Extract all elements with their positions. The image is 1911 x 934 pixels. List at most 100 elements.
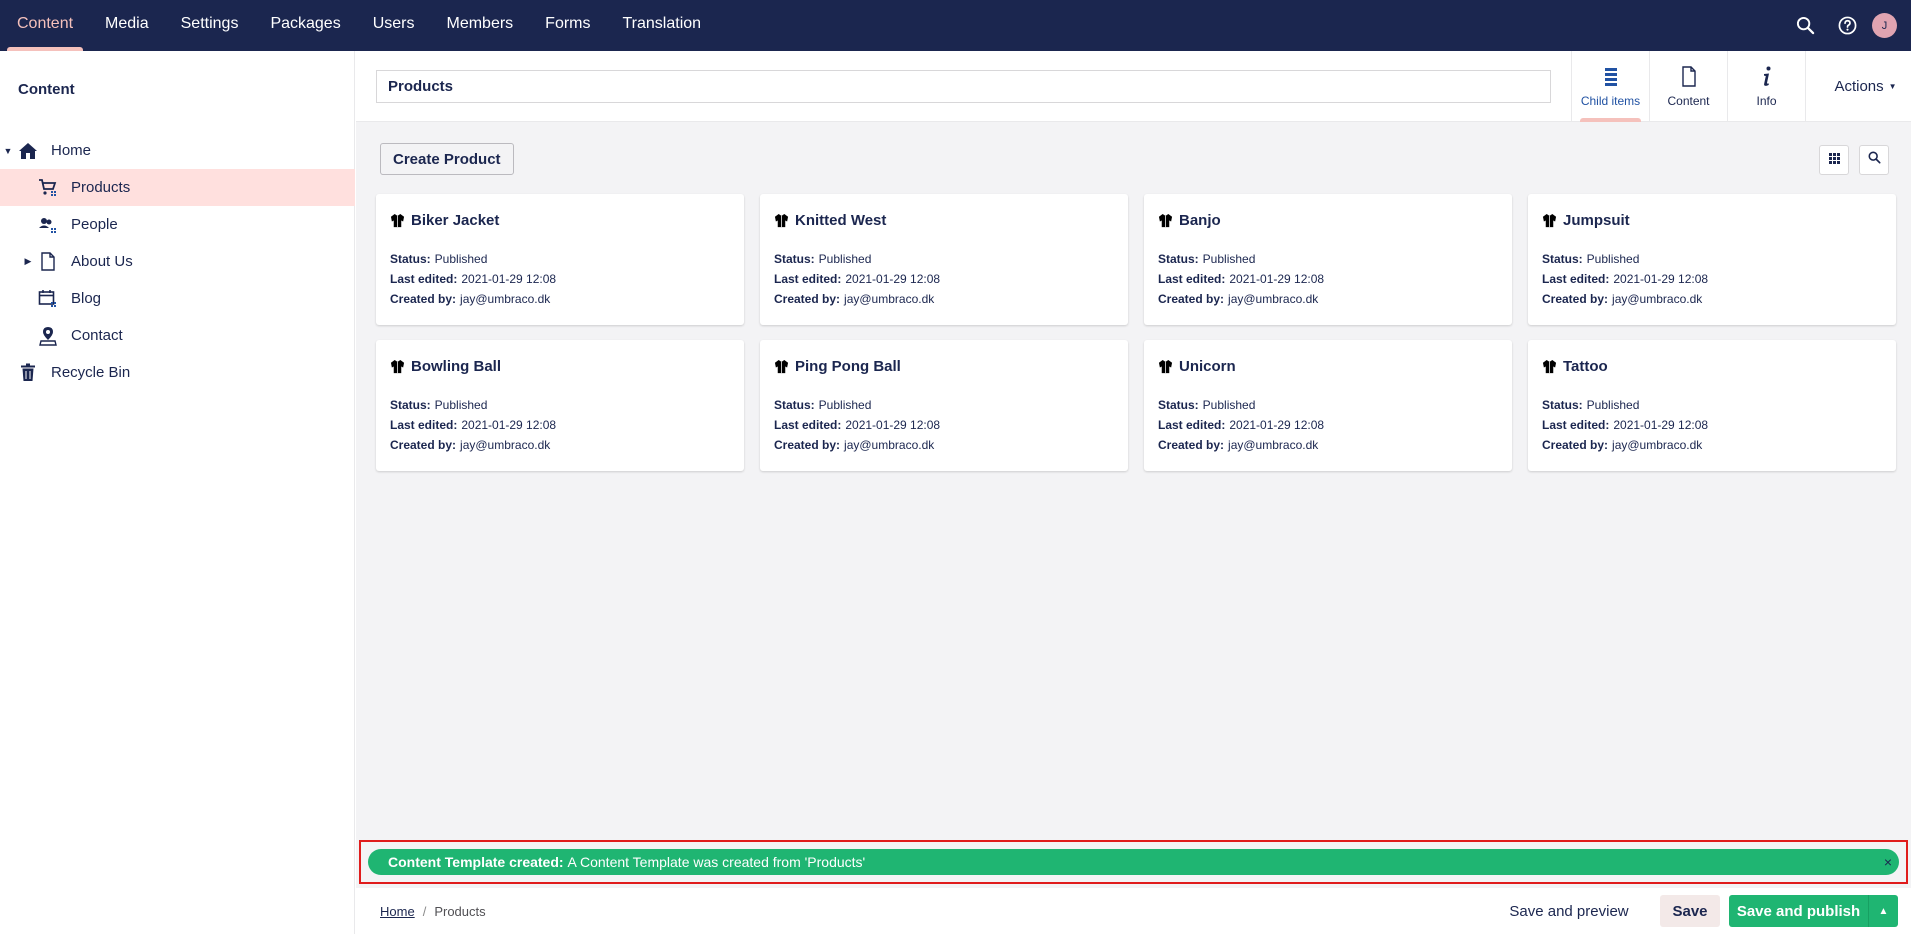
breadcrumb: Home / Products xyxy=(380,888,486,934)
publish-options-caret[interactable]: ▲ xyxy=(1868,895,1898,927)
save-and-preview-button[interactable]: Save and preview xyxy=(1508,895,1630,927)
card-name: Jumpsuit xyxy=(1563,211,1630,229)
product-icon xyxy=(390,359,411,374)
section-users[interactable]: Users xyxy=(361,0,427,51)
field-label: Created by: xyxy=(1542,292,1609,306)
app-label: Content xyxy=(1667,93,1710,108)
tree-item-recycle-bin[interactable]: Recycle Bin xyxy=(0,354,355,391)
node-name-input[interactable] xyxy=(376,70,1551,103)
grid-view-toggle[interactable] xyxy=(1819,145,1849,175)
child-item-card[interactable]: Banjo Status: Published Last edited: 2021-01… xyxy=(1144,194,1512,325)
child-item-card[interactable]: Unicorn Status: Published Last edited: 2021-… xyxy=(1144,340,1512,471)
card-title[interactable]: Tattoo xyxy=(1542,356,1882,376)
field-value: Published xyxy=(434,252,488,266)
card-creator-row: Created by: jay@umbraco.dk xyxy=(1542,289,1882,309)
field-value: 2021-01-29 12:08 xyxy=(1229,272,1325,286)
field-value: Published xyxy=(1586,398,1640,412)
field-value: 2021-01-29 12:08 xyxy=(1613,272,1709,286)
save-and-publish-button[interactable]: Save and publish xyxy=(1729,895,1868,927)
tree-item-home[interactable]: ▼ Home xyxy=(0,132,355,169)
document-icon xyxy=(38,252,58,272)
editor-header: Child items Content Info Actions ▼ xyxy=(356,51,1911,122)
create-product-button[interactable]: Create Product xyxy=(380,143,514,175)
card-edited-row: Last edited: 2021-01-29 12:08 xyxy=(390,269,730,289)
breadcrumb-home[interactable]: Home xyxy=(380,904,415,919)
search-icon[interactable] xyxy=(1784,0,1826,51)
help-icon[interactable] xyxy=(1826,0,1868,51)
caret-right-icon[interactable]: ▶ xyxy=(23,256,33,267)
child-item-card[interactable]: Biker Jacket Status: Published Last edited:… xyxy=(376,194,744,325)
app-info[interactable]: Info xyxy=(1727,51,1805,122)
card-title[interactable]: Jumpsuit xyxy=(1542,210,1882,230)
field-label: Last edited: xyxy=(774,418,842,432)
section-translation[interactable]: Translation xyxy=(611,0,714,51)
section-content[interactable]: Content xyxy=(5,0,85,51)
field-value: jay@umbraco.dk xyxy=(844,292,935,306)
card-title[interactable]: Ping Pong Ball xyxy=(774,356,1114,376)
actions-dropdown[interactable]: Actions ▼ xyxy=(1805,51,1911,122)
section-members[interactable]: Members xyxy=(434,0,525,51)
notification-highlight: Content Template created: A Content Templ… xyxy=(359,840,1908,884)
notification-message: A Content Template was created from 'Pro… xyxy=(567,854,866,870)
card-edited-row: Last edited: 2021-01-29 12:08 xyxy=(1158,415,1498,435)
section-settings[interactable]: Settings xyxy=(169,0,251,51)
close-icon[interactable]: × xyxy=(1881,849,1895,875)
breadcrumb-current: Products xyxy=(434,903,486,919)
search-toggle[interactable] xyxy=(1859,145,1889,175)
list-icon xyxy=(1604,66,1618,88)
tree-item-products[interactable]: Products xyxy=(0,169,355,206)
content-tree-sidebar: Content ▼ Home Products People ▶ About U… xyxy=(0,51,355,934)
card-status-row: Status: Published xyxy=(774,249,1114,269)
child-item-card[interactable]: Tattoo Status: Published Last edited: 2021-0… xyxy=(1528,340,1896,471)
tree-item-contact[interactable]: Contact xyxy=(0,317,355,354)
card-status-row: Status: Published xyxy=(1542,249,1882,269)
card-edited-row: Last edited: 2021-01-29 12:08 xyxy=(1158,269,1498,289)
app-child-items[interactable]: Child items xyxy=(1571,51,1649,122)
child-item-card[interactable]: Ping Pong Ball Status: Published Last edite… xyxy=(760,340,1128,471)
card-title[interactable]: Banjo xyxy=(1158,210,1498,230)
section-packages[interactable]: Packages xyxy=(258,0,352,51)
card-title[interactable]: Bowling Ball xyxy=(390,356,730,376)
field-value: jay@umbraco.dk xyxy=(844,438,935,452)
field-label: Status: xyxy=(1542,398,1583,412)
card-name: Biker Jacket xyxy=(411,211,500,229)
save-button[interactable]: Save xyxy=(1660,895,1720,927)
card-name: Unicorn xyxy=(1179,357,1236,375)
section-forms[interactable]: Forms xyxy=(533,0,602,51)
product-icon xyxy=(1158,213,1179,228)
card-creator-row: Created by: jay@umbraco.dk xyxy=(390,289,730,309)
card-creator-row: Created by: jay@umbraco.dk xyxy=(1158,289,1498,309)
user-avatar[interactable]: J xyxy=(1872,13,1897,38)
field-label: Created by: xyxy=(774,438,841,452)
product-icon xyxy=(1158,359,1179,374)
card-edited-row: Last edited: 2021-01-29 12:08 xyxy=(1542,415,1882,435)
map-pin-icon xyxy=(38,326,58,346)
app-label: Info xyxy=(1756,93,1777,108)
field-label: Created by: xyxy=(774,292,841,306)
app-content[interactable]: Content xyxy=(1649,51,1727,122)
card-title[interactable]: Unicorn xyxy=(1158,356,1498,376)
card-status-row: Status: Published xyxy=(390,249,730,269)
child-items-grid: Biker Jacket Status: Published Last edited:… xyxy=(376,194,1896,471)
search-icon xyxy=(1868,151,1881,169)
product-icon xyxy=(390,213,411,228)
child-item-card[interactable]: Knitted West Status: Published Last edited:… xyxy=(760,194,1128,325)
tree-item-blog[interactable]: Blog xyxy=(0,280,355,317)
section-media[interactable]: Media xyxy=(93,0,161,51)
card-creator-row: Created by: jay@umbraco.dk xyxy=(774,435,1114,455)
tree-item-about-us[interactable]: ▶ About Us xyxy=(0,243,355,280)
field-value: Published xyxy=(1202,252,1256,266)
tree-item-people[interactable]: People xyxy=(0,206,355,243)
field-value: 2021-01-29 12:08 xyxy=(845,272,941,286)
field-label: Created by: xyxy=(1158,438,1225,452)
success-notification: Content Template created: A Content Templ… xyxy=(368,849,1899,875)
product-icon xyxy=(1542,359,1563,374)
caret-down-icon: ▼ xyxy=(1888,82,1897,91)
card-title[interactable]: Knitted West xyxy=(774,210,1114,230)
child-item-card[interactable]: Bowling Ball Status: Published Last edited:… xyxy=(376,340,744,471)
field-label: Status: xyxy=(774,398,815,412)
field-value: 2021-01-29 12:08 xyxy=(461,418,557,432)
card-title[interactable]: Biker Jacket xyxy=(390,210,730,230)
caret-down-icon[interactable]: ▼ xyxy=(3,146,13,156)
child-item-card[interactable]: Jumpsuit Status: Published Last edited: 2021… xyxy=(1528,194,1896,325)
